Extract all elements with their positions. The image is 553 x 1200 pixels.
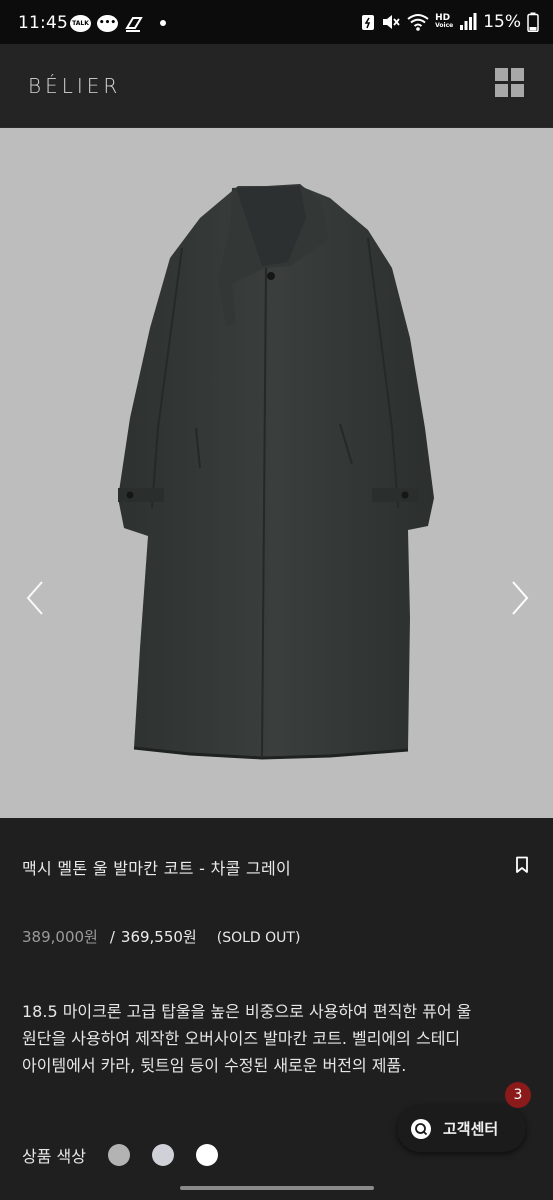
description-line: 18.5 마이크론 고급 탑울을 높은 비중으로 사용하여 편직한 퓨어 울 [22, 1002, 472, 1021]
notification-icons: TALK ••• [70, 14, 166, 32]
battery-percentage: 15% [483, 12, 521, 32]
color-swatch-gray[interactable] [107, 1144, 130, 1166]
mute-icon [383, 15, 400, 29]
battery-saver-icon [362, 15, 375, 30]
description-line: 아이템에서 카라, 뒷트임 등이 수정된 새로운 버전의 제품. [22, 1056, 407, 1075]
message-icon: ••• [97, 14, 118, 32]
customer-center-button[interactable]: 고객센터 [397, 1105, 526, 1152]
original-price: 389,000원 [22, 928, 98, 946]
battery-icon [527, 12, 539, 32]
coat-image [118, 184, 434, 760]
description-line: 원단을 사용하여 제작한 오버사이즈 발마칸 코트. 벨리에의 스테디 [22, 1029, 461, 1048]
product-description: 18.5 마이크론 고급 탑울을 높은 비중으로 사용하여 편직한 퓨어 울 원… [22, 998, 532, 1079]
hd-label: HD [435, 13, 451, 23]
screen-mirror-icon [125, 17, 143, 32]
grid-cell [511, 68, 524, 81]
system-icons: HD Voice 15% [361, 12, 539, 32]
product-title: 맥시 멜톤 울 발마칸 코트 - 차콜 그레이 [22, 859, 292, 878]
kakaotalk-icon: TALK [70, 14, 91, 32]
search-chat-icon [411, 1118, 431, 1139]
price-row: 389,000원 / 369,550원 (SOLD OUT) [22, 926, 300, 947]
sale-price: 369,550원 [120, 928, 197, 946]
color-swatch-light-gray[interactable] [151, 1144, 174, 1166]
wifi-icon [407, 14, 429, 31]
color-options: 상품 색상 [22, 1143, 240, 1167]
more-notifications-dot [160, 20, 166, 26]
status-bar: 11:45 TALK ••• HD Voice 15% [0, 0, 553, 44]
product-image-gallery[interactable] [0, 128, 553, 818]
grid-cell [495, 84, 508, 97]
color-swatch-white[interactable] [195, 1144, 218, 1166]
home-indicator[interactable] [180, 1186, 374, 1190]
price-separator: / [109, 928, 115, 946]
hd-voice-indicator: HD Voice [435, 14, 453, 30]
chevron-right-icon[interactable] [505, 578, 535, 618]
brand-logo[interactable]: BÉLIER [28, 74, 121, 98]
stock-status: (SOLD OUT) [216, 930, 301, 946]
status-time: 11:45 [18, 13, 68, 33]
signal-icon [460, 13, 477, 30]
notification-badge: 3 [505, 1082, 531, 1108]
app-header: BÉLIER [0, 44, 553, 128]
grid-cell [511, 84, 524, 97]
grid-cell [495, 68, 508, 81]
customer-center-label: 고객센터 [443, 1120, 499, 1138]
bookmark-icon[interactable] [514, 856, 530, 874]
product-title-row: 맥시 멜톤 울 발마칸 코트 - 차콜 그레이 [0, 818, 553, 908]
grid-menu-icon[interactable] [495, 68, 525, 98]
chevron-left-icon[interactable] [20, 578, 50, 618]
voice-label: Voice [435, 22, 454, 29]
color-label: 상품 색상 [22, 1147, 86, 1166]
